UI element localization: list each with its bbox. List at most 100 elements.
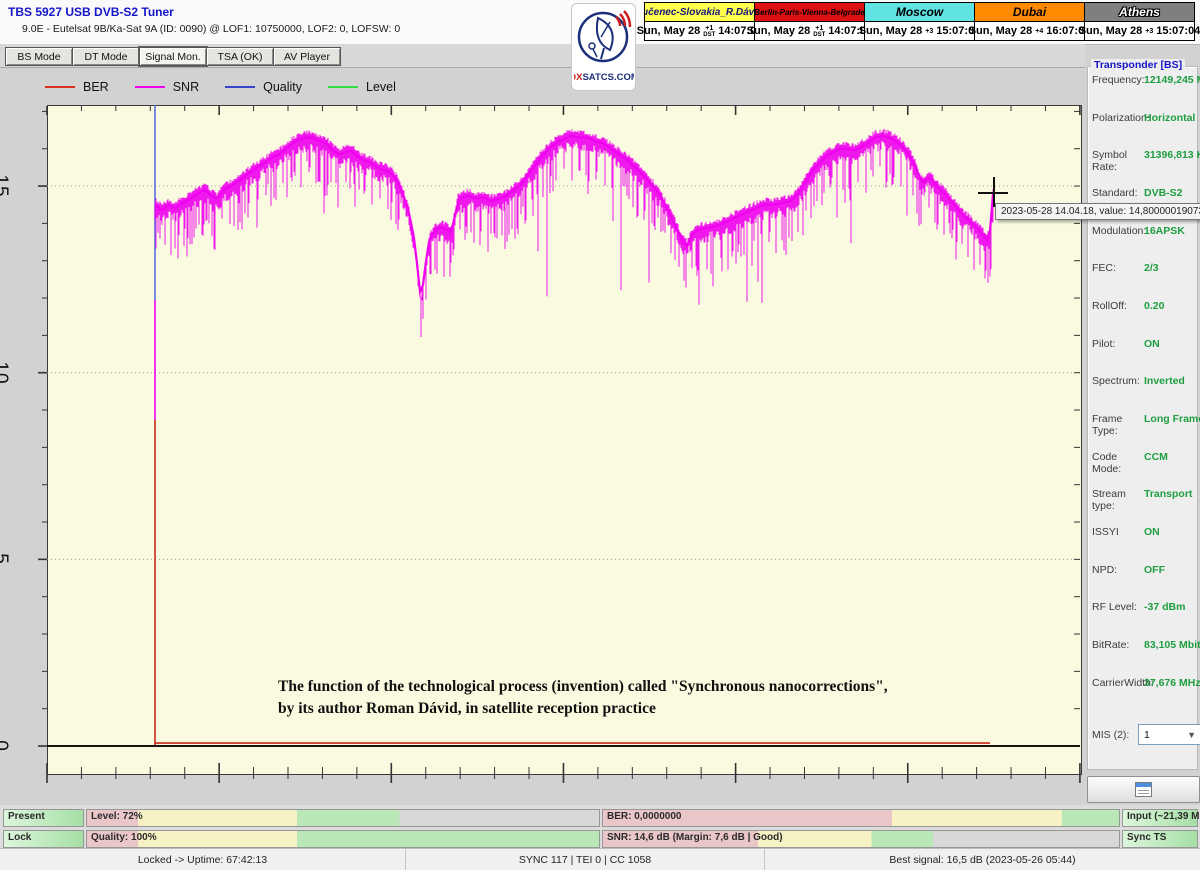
transponder-row: Frequency:12149,245 MHz (1092, 74, 1194, 89)
transponder-row: ISSYION (1092, 526, 1194, 541)
transponder-row: Modulation:16APSK (1092, 225, 1194, 240)
snr-legend-line (135, 86, 165, 88)
clock-time: Sun, May 28+416:07:04 (974, 22, 1085, 41)
mis-label: MIS (2): (1092, 729, 1138, 741)
transponder-row-label: Code Mode: (1092, 451, 1144, 466)
transponder-row-value: OFF (1144, 564, 1165, 579)
transponder-row-label: Symbol Rate: (1092, 149, 1144, 164)
transponder-row-value: DVB-S2 (1144, 187, 1183, 202)
transponder-row-label: RF Level: (1092, 601, 1144, 616)
y-axis-tick-label: 15 (0, 174, 11, 197)
transponder-row-value: 12149,245 MHz (1144, 74, 1200, 89)
quality-bar: Quality: 100% (86, 830, 600, 848)
mis-selected-value: 1 (1144, 729, 1150, 741)
tab-tsa-ok-[interactable]: TSA (OK) (206, 47, 274, 66)
tab-dt-mode[interactable]: DT Mode (72, 47, 140, 66)
transponder-row-value: Long Frame (1144, 413, 1200, 428)
quality-bar-label: Quality: 100% (91, 832, 157, 843)
transponder-row-value: Transport (1144, 488, 1192, 503)
transponder-row-value: ON (1144, 526, 1160, 541)
transponder-row-value: 0.20 (1144, 300, 1164, 315)
transponder-row-label: Standard: (1092, 187, 1144, 202)
clock-city-label: Berlin-Paris-Vienna-Belgrade (754, 2, 865, 22)
transponder-row-value: 16APSK (1144, 225, 1185, 240)
show-window-button[interactable] (1087, 776, 1200, 803)
tab-signal-mon-[interactable]: Signal Mon. (139, 47, 207, 66)
world-clocks: Lučenec-Slovakia_R.DávidSun, May 28+1DST… (645, 2, 1195, 42)
statusbar-lock-uptime: Locked -> Uptime: 67:42:13 (0, 849, 406, 870)
level-bar-label: Level: 72% (91, 811, 143, 822)
transponder-row-label: RollOff: (1092, 300, 1144, 315)
snr-bar-label: SNR: 14,6 dB (Margin: 7,6 dB | Good) (607, 832, 783, 843)
transponder-row-value: 2/3 (1144, 262, 1159, 277)
clock-time: Sun, May 28+1DST14:07:04 (754, 22, 865, 41)
transponder-row-label: CarrierWidth: (1092, 677, 1144, 692)
ber-bar: BER: 0,0000000 (602, 809, 1120, 827)
annotation-line1: The function of the technological proces… (278, 676, 888, 698)
level-legend-label: Level (366, 80, 396, 94)
transponder-row-value: 83,105 Mbit/s (1144, 639, 1200, 654)
y-axis-tick-label: 10 (0, 361, 11, 384)
ber-legend-line (45, 86, 75, 88)
clock: Berlin-Paris-Vienna-BelgradeSun, May 28+… (754, 2, 865, 42)
quality-legend-label: Quality (263, 80, 302, 94)
input-bar: Input (~21,39 Mbps) (1122, 809, 1198, 827)
clock-city-label: Dubai (974, 2, 1085, 22)
transponder-row-label: Polarization: (1092, 112, 1144, 127)
satellite-subtitle: 9.0E - Eutelsat 9B/Ka-Sat 9A (ID: 0090) … (22, 23, 400, 35)
chart-legend: BER SNR Quality Level (45, 79, 422, 95)
satellite-dish-icon: DXSATCS.COM (574, 4, 634, 88)
snr-bar: SNR: 14,6 dB (Margin: 7,6 dB | Good) (602, 830, 1120, 848)
transponder-row-value: 37,676 MHz (1144, 677, 1200, 692)
tuner-app-window: TBS 5927 USB DVB-S2 Tuner 9.0E - Eutelsa… (0, 0, 1200, 870)
transponder-row: Standard:DVB-S2 (1092, 187, 1194, 202)
statusbar-sync-counters: SYNC 117 | TEI 0 | CC 1058 (406, 849, 765, 870)
transponder-row: Polarization:Horizontal (1092, 112, 1194, 127)
dxsatcs-logo: DXSATCS.COM (571, 3, 636, 91)
transponder-row-value: 31396,813 KS/s (1144, 149, 1200, 164)
y-axis-tick-label: 5 (0, 554, 11, 566)
sync-bar-label: Sync TS (1127, 832, 1166, 843)
transponder-row-label: NPD: (1092, 564, 1144, 579)
snr-legend-label: SNR (173, 80, 199, 94)
ber-bar-label: BER: 0,0000000 (607, 811, 682, 822)
clock: MoscowSun, May 28+315:07:04 (864, 2, 975, 42)
transponder-row: Stream type:Transport (1092, 488, 1194, 503)
signal-chart-plot-area[interactable] (47, 105, 1082, 775)
transponder-row: Frame Type:Long Frame (1092, 413, 1194, 428)
statusbar-best-signal: Best signal: 16,5 dB (2023-05-26 05:44) (765, 849, 1200, 870)
chart-annotation: The function of the technological proces… (278, 676, 888, 720)
transponder-row-label: BitRate: (1092, 639, 1144, 654)
transponder-row: Symbol Rate:31396,813 KS/s (1092, 149, 1194, 164)
y-axis-tick-label: 0 (0, 740, 11, 752)
transponder-row-value: Inverted (1144, 375, 1185, 390)
transponder-row: CarrierWidth:37,676 MHz (1092, 677, 1194, 692)
transponder-row-label: Spectrum: (1092, 375, 1144, 390)
transponder-row-label: Stream type: (1092, 488, 1144, 503)
chevron-down-icon: ▼ (1187, 730, 1196, 740)
present-bar: Present (3, 809, 84, 827)
transponder-row-value: -37 dBm (1144, 601, 1185, 616)
transponder-row: RollOff:0.20 (1092, 300, 1194, 315)
transponder-row-label: Modulation: (1092, 225, 1144, 240)
tab-bs-mode[interactable]: BS Mode (5, 47, 73, 66)
status-bar: Locked -> Uptime: 67:42:13 SYNC 117 | TE… (0, 848, 1200, 870)
value-tooltip: 2023-05-28 14.04.18, value: 14,800000190… (995, 203, 1200, 220)
lock-bar: Lock (3, 830, 84, 848)
clock-time: Sun, May 28+1DST14:07:04 (644, 22, 755, 41)
transponder-row-label: Frame Type: (1092, 413, 1144, 428)
transponder-row-label: Frequency: (1092, 74, 1144, 89)
mis-row: MIS (2): 1 ▼ (1092, 724, 1200, 745)
clock-city-label: Moscow (864, 2, 975, 22)
tab-av-player[interactable]: AV Player (273, 47, 341, 66)
clock-time: Sun, May 28+315:07:04 (1084, 22, 1195, 41)
mis-select[interactable]: 1 ▼ (1138, 724, 1200, 745)
clock-time: Sun, May 28+315:07:04 (864, 22, 975, 41)
ber-legend-label: BER (83, 80, 109, 94)
transponder-row-value: Horizontal (1144, 112, 1195, 127)
transponder-row-value: CCM (1144, 451, 1168, 466)
transponder-row: FEC:2/3 (1092, 262, 1194, 277)
signal-status-bars: Present Level: 72% BER: 0,0000000 Input (~2… (0, 805, 1200, 850)
lock-bar-label: Lock (8, 832, 31, 843)
transponder-row: Spectrum:Inverted (1092, 375, 1194, 390)
